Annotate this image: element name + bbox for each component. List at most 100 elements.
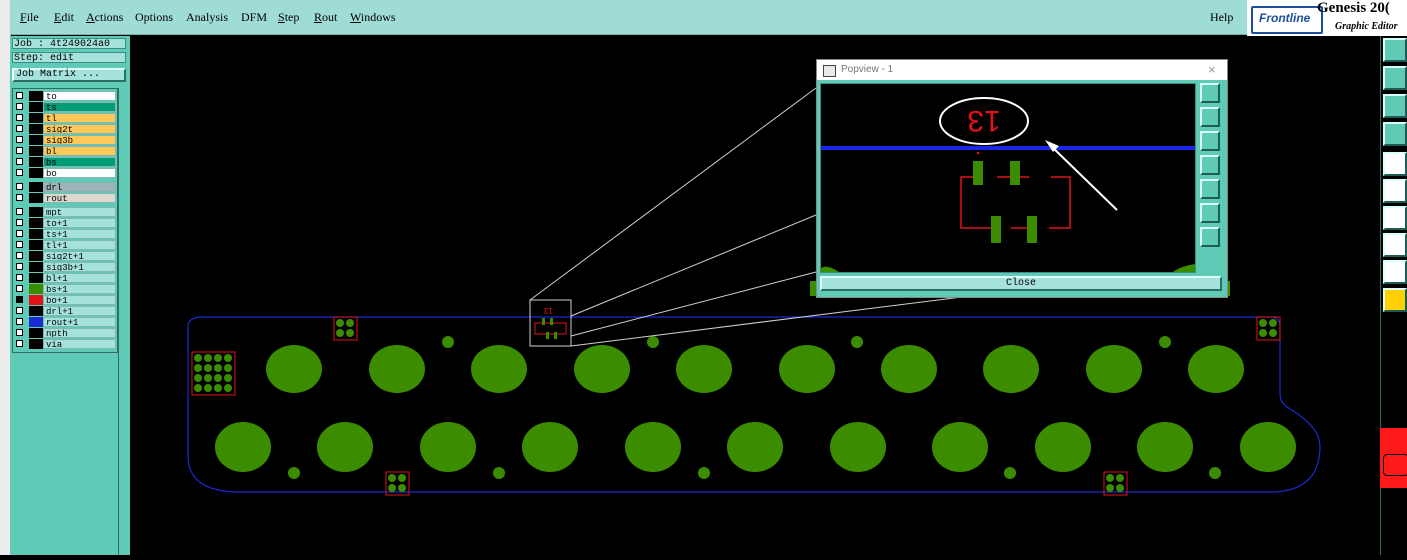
layer-color-swatch[interactable]: [29, 251, 43, 261]
layer-name[interactable]: tl: [43, 113, 116, 123]
layer-row-via[interactable]: via: [15, 339, 116, 349]
layer-row-npth[interactable]: npth: [15, 328, 116, 338]
close-icon[interactable]: ×: [1208, 62, 1216, 77]
layer-row-to[interactable]: to: [15, 91, 116, 101]
popview-titlebar[interactable]: Popview - 1 ×: [817, 60, 1227, 80]
layer-row-bl[interactable]: bl: [15, 146, 116, 156]
layer-checkbox[interactable]: [16, 169, 23, 176]
layer-row-sig3b[interactable]: sig3b: [15, 135, 116, 145]
layer-row-ts-plus1[interactable]: ts+1: [15, 229, 116, 239]
layer-color-swatch[interactable]: [29, 339, 43, 349]
layer-color-swatch[interactable]: [29, 113, 43, 123]
pop-tool-home-icon[interactable]: [1200, 227, 1220, 247]
layer-checkbox[interactable]: [16, 147, 23, 154]
layer-row-mpt[interactable]: mpt: [15, 207, 116, 217]
popview-close-button[interactable]: Close: [820, 276, 1222, 291]
layer-name[interactable]: bs+1: [43, 284, 116, 294]
layer-color-swatch[interactable]: [29, 102, 43, 112]
layer-color-swatch[interactable]: [29, 168, 43, 178]
layer-row-bs-plus1[interactable]: bs+1: [15, 284, 116, 294]
layer-color-swatch[interactable]: [29, 207, 43, 217]
layer-checkbox[interactable]: [16, 318, 23, 325]
layer-name[interactable]: mpt: [43, 207, 116, 217]
layer-row-sig2t-plus1[interactable]: sig2t+1: [15, 251, 116, 261]
menu-windows[interactable]: Windows: [350, 10, 396, 25]
layer-color-swatch[interactable]: [29, 193, 43, 203]
layer-name[interactable]: bs: [43, 157, 116, 167]
layer-checkbox[interactable]: [16, 194, 23, 201]
layer-color-swatch[interactable]: [29, 273, 43, 283]
tool-triangle-icon[interactable]: [1383, 260, 1407, 284]
layer-row-sig2t[interactable]: sig2t: [15, 124, 116, 134]
layer-name[interactable]: tl+1: [43, 240, 116, 250]
layer-row-rout[interactable]: rout: [15, 193, 116, 203]
layer-row-tl-plus1[interactable]: tl+1: [15, 240, 116, 250]
pop-tool-zoom-out-icon[interactable]: [1200, 179, 1220, 199]
layer-name[interactable]: sig3b: [43, 135, 116, 145]
layer-name[interactable]: sig3b+1: [43, 262, 116, 272]
layer-name[interactable]: to+1: [43, 218, 116, 228]
layer-color-swatch[interactable]: [29, 229, 43, 239]
layer-checkbox[interactable]: [16, 329, 23, 336]
layer-checkbox[interactable]: [16, 219, 23, 226]
layer-row-bo-plus1[interactable]: bo+1: [15, 295, 116, 305]
layer-color-swatch[interactable]: [29, 182, 43, 192]
layer-checkbox[interactable]: [16, 307, 23, 314]
layer-name[interactable]: drl+1: [43, 306, 116, 316]
layer-name[interactable]: bl: [43, 146, 116, 156]
layer-name[interactable]: rout+1: [43, 317, 116, 327]
layer-name[interactable]: bo+1: [43, 295, 116, 305]
layer-row-bs[interactable]: bs: [15, 157, 116, 167]
layer-row-bo[interactable]: bo: [15, 168, 116, 178]
layer-checkbox[interactable]: [16, 274, 23, 281]
menu-options[interactable]: Options: [135, 10, 173, 25]
layer-name[interactable]: bl+1: [43, 273, 116, 283]
popview-svg[interactable]: 13: [821, 84, 1195, 272]
layer-row-drl[interactable]: drl: [15, 182, 116, 192]
tool-snap-icon[interactable]: [1383, 233, 1407, 257]
layer-color-swatch[interactable]: [29, 135, 43, 145]
layer-checkbox[interactable]: [16, 114, 23, 121]
menu-edit[interactable]: Edit: [54, 10, 74, 25]
layer-checkbox[interactable]: [16, 241, 23, 248]
popview-canvas[interactable]: 13: [820, 83, 1196, 273]
layer-row-drl-plus1[interactable]: drl+1: [15, 306, 116, 316]
layer-row-ts[interactable]: ts: [15, 102, 116, 112]
pop-tool-zoom-fit-icon[interactable]: [1200, 83, 1220, 103]
layer-color-swatch[interactable]: [29, 328, 43, 338]
layer-name[interactable]: ts+1: [43, 229, 116, 239]
menu-actions[interactable]: Actions: [86, 10, 123, 25]
layer-name[interactable]: npth: [43, 328, 116, 338]
layer-row-rout-plus1[interactable]: rout+1: [15, 317, 116, 327]
layer-name[interactable]: sig2t: [43, 124, 116, 134]
layer-name[interactable]: drl: [43, 182, 116, 192]
layer-color-swatch[interactable]: [29, 262, 43, 272]
pop-tool-save-icon[interactable]: [1200, 131, 1220, 151]
layer-name[interactable]: via: [43, 339, 116, 349]
layer-color-swatch[interactable]: [29, 124, 43, 134]
pop-tool-print-icon[interactable]: [1200, 107, 1220, 127]
pop-tool-zoom-in-icon[interactable]: [1200, 155, 1220, 175]
menu-step[interactable]: Step: [278, 10, 299, 25]
tool-select-icon[interactable]: [1383, 152, 1407, 176]
menu-help[interactable]: Help: [1210, 10, 1233, 25]
layer-name[interactable]: rout: [43, 193, 116, 203]
layer-name[interactable]: to: [43, 91, 116, 101]
layer-color-swatch[interactable]: [29, 218, 43, 228]
layer-checkbox[interactable]: [16, 183, 23, 190]
layer-row-tl[interactable]: tl: [15, 113, 116, 123]
layer-checkbox[interactable]: [16, 252, 23, 259]
layer-color-swatch[interactable]: [29, 146, 43, 156]
layer-color-swatch[interactable]: [29, 91, 43, 101]
layer-name[interactable]: ts: [43, 102, 116, 112]
layer-checkbox[interactable]: [16, 285, 23, 292]
layer-scrollbar[interactable]: [118, 88, 129, 555]
tool-copy-icon[interactable]: [1383, 66, 1407, 90]
layer-color-swatch[interactable]: [29, 157, 43, 167]
layer-checkbox[interactable]: [16, 92, 23, 99]
layer-checkbox[interactable]: [16, 340, 23, 347]
menu-dfm[interactable]: DFM: [241, 10, 267, 25]
tool-net-icon[interactable]: [1383, 179, 1407, 203]
job-matrix-button[interactable]: Job Matrix ...: [12, 68, 126, 82]
layer-checkbox[interactable]: [16, 263, 23, 270]
